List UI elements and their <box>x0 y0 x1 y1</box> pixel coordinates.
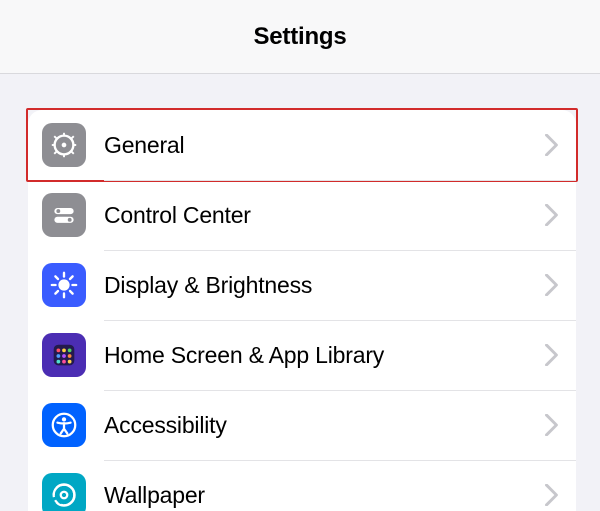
row-control-center[interactable]: Control Center <box>28 180 576 250</box>
row-label: Wallpaper <box>104 482 536 509</box>
row-home-screen[interactable]: Home Screen & App Library <box>28 320 576 390</box>
row-general[interactable]: General <box>28 110 576 180</box>
row-label: Accessibility <box>104 412 536 439</box>
accessibility-icon <box>42 403 86 447</box>
flower-icon <box>42 473 86 511</box>
chevron-right-icon <box>536 129 568 161</box>
row-accessibility[interactable]: Accessibility <box>28 390 576 460</box>
toggles-icon <box>42 193 86 237</box>
settings-content: General Control Center <box>0 74 600 511</box>
gear-icon <box>42 123 86 167</box>
row-wallpaper[interactable]: Wallpaper <box>28 460 576 511</box>
row-label: Display & Brightness <box>104 272 536 299</box>
row-label: Control Center <box>104 202 536 229</box>
page-title: Settings <box>253 23 346 51</box>
chevron-right-icon <box>536 339 568 371</box>
app-grid-icon <box>42 333 86 377</box>
settings-list: General Control Center <box>28 110 576 511</box>
chevron-right-icon <box>536 409 568 441</box>
row-label: General <box>104 132 536 159</box>
chevron-right-icon <box>536 269 568 301</box>
chevron-right-icon <box>536 479 568 511</box>
sun-icon <box>42 263 86 307</box>
settings-header: Settings <box>0 0 600 74</box>
chevron-right-icon <box>536 199 568 231</box>
row-display-brightness[interactable]: Display & Brightness <box>28 250 576 320</box>
row-label: Home Screen & App Library <box>104 342 536 369</box>
